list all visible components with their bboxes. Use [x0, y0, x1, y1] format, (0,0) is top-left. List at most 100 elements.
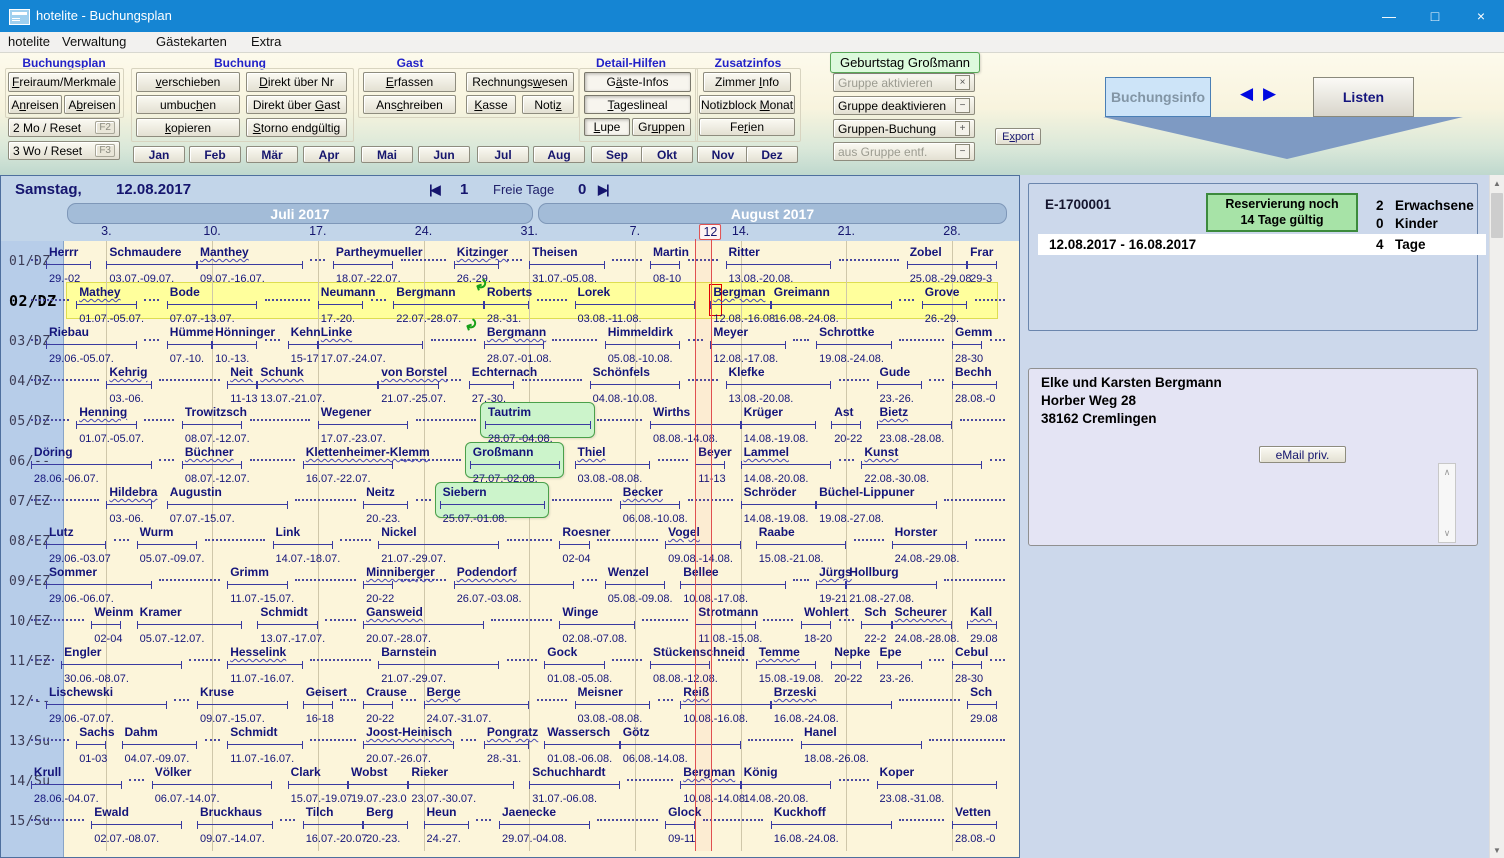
- booking[interactable]: Bode07.07.-13.07.: [167, 283, 258, 319]
- booking[interactable]: Heun24.-27.: [424, 803, 469, 839]
- notizblock-monat-button[interactable]: Notizblock Monat: [699, 95, 795, 114]
- booking[interactable]: Zobel25.08.-29.08: [907, 243, 972, 279]
- booking[interactable]: Beyer11-13: [695, 443, 731, 479]
- gruppe-deaktivieren-button[interactable]: Gruppe deaktivieren−: [833, 96, 975, 115]
- scroll-up-icon[interactable]: ∧: [1439, 467, 1455, 478]
- 2mo-reset-button[interactable]: 2 Mo / ResetF2: [8, 118, 120, 137]
- booking[interactable]: König14.08.-20.08.: [741, 763, 832, 799]
- booking[interactable]: Bergmann28.07.-01.08.: [484, 323, 552, 359]
- next-free-day-icon[interactable]: ▶|: [598, 182, 608, 198]
- booking[interactable]: Podendorf26.07.-03.08.: [454, 563, 575, 599]
- booking[interactable]: Epe23.-26.: [877, 643, 922, 679]
- booking[interactable]: Brzeski16.08.-24.08.: [771, 683, 892, 719]
- freiraum-merkmale-button[interactable]: Freiraum/Merkmale: [8, 72, 120, 92]
- scrollbar-thumb[interactable]: [1491, 193, 1503, 238]
- booking[interactable]: Büchel-Lippuner19.08.-27.08.: [816, 483, 937, 519]
- booking[interactable]: Dahm04.07.-09.07.: [122, 723, 198, 759]
- booking[interactable]: Lammel14.08.-20.08.: [741, 443, 832, 479]
- booking[interactable]: Gude23.-26.: [877, 363, 922, 399]
- booking[interactable]: Schuchhardt31.07.-06.08.: [529, 763, 620, 799]
- booking[interactable]: Becker06.08.-10.08.: [620, 483, 688, 519]
- booking[interactable]: Henning01.07.-05.07.: [76, 403, 144, 439]
- booking[interactable]: Horster24.08.-29.08.: [892, 523, 968, 559]
- booking[interactable]: Großmann27.07.-02.08.: [465, 442, 565, 478]
- month-button-jan[interactable]: Jan: [133, 146, 185, 163]
- month-button-dez[interactable]: Dez: [746, 146, 798, 163]
- booking[interactable]: Ritter13.08.-20.08.: [726, 243, 832, 279]
- booking[interactable]: Roesner02-04: [559, 523, 610, 559]
- storno-endgueltig-button[interactable]: Storno endgültig: [246, 118, 347, 137]
- verschieben-button[interactable]: verschieben: [136, 72, 240, 92]
- booking[interactable]: Clark15.07.-19.07: [288, 763, 353, 799]
- booking[interactable]: Siebern25.07.-01.08.: [435, 482, 550, 518]
- booking[interactable]: Tilch16.07.-20.07: [303, 803, 368, 839]
- booking[interactable]: Schmaudere03.07.-09.07.: [106, 243, 197, 279]
- aus-gruppe-entfernen-button[interactable]: aus Gruppe entf.−: [833, 142, 975, 161]
- booking[interactable]: von Borstel21.07.-25.07.: [378, 363, 447, 399]
- booking[interactable]: Herrr29.-02: [46, 243, 91, 279]
- booking[interactable]: Meisner03.08.-08.08.: [575, 683, 651, 719]
- gruppe-aktivieren-button[interactable]: Gruppe aktivieren×: [833, 73, 975, 92]
- booking[interactable]: Vogel09.08.-14.08.: [665, 523, 741, 559]
- address-scrollbar[interactable]: ∧ ∨: [1438, 463, 1456, 543]
- booking[interactable]: Kunst22.08.-30.08.: [861, 443, 982, 479]
- booking[interactable]: Raabe15.08.-21.08.: [756, 523, 847, 559]
- booking[interactable]: Berge24.07.-31.07.: [424, 683, 530, 719]
- booking[interactable]: Klefke13.08.-20.08.: [726, 363, 832, 399]
- booking[interactable]: Barnstein21.07.-29.07.: [378, 643, 499, 679]
- booking[interactable]: Bietz23.08.-28.08.: [877, 403, 953, 439]
- direkt-ueber-nr-button[interactable]: Direkt über Nr: [246, 72, 347, 92]
- booking[interactable]: Lutz29.06.-03.07: [46, 523, 111, 559]
- gaeste-infos-button[interactable]: Gäste-Infos: [584, 72, 691, 92]
- kopieren-button[interactable]: kopieren: [136, 118, 240, 137]
- booking[interactable]: Wobst19.07.-23.0: [348, 763, 408, 799]
- booking[interactable]: Hesselink11.07.-16.07.: [227, 643, 303, 679]
- booking[interactable]: Grimm11.07.-15.07.: [227, 563, 294, 599]
- menu-hotelite[interactable]: hotelite: [8, 34, 50, 49]
- booking[interactable]: Theisen31.07.-05.08.: [529, 243, 605, 279]
- booking[interactable]: Joost-Heinisch20.07.-26.07.: [363, 723, 454, 759]
- booking[interactable]: Manthey09.07.-16.07.: [197, 243, 303, 279]
- booking[interactable]: Crause20-22: [363, 683, 407, 719]
- month-button-jul[interactable]: Jul: [477, 146, 529, 163]
- arrow-right-icon[interactable]: ▶: [1263, 84, 1276, 104]
- booking[interactable]: Sachs01-03: [76, 723, 114, 759]
- booking[interactable]: Wohlert18-20: [801, 603, 848, 639]
- booking[interactable]: Roberts28.-31.: [484, 283, 532, 319]
- booking[interactable]: Büchner08.07.-12.07.: [182, 443, 250, 479]
- booking[interactable]: Wassersch01.08.-06.08.: [544, 723, 620, 759]
- maximize-button[interactable]: □: [1412, 0, 1458, 32]
- booking[interactable]: Gansweid20.07.-28.07.: [363, 603, 484, 639]
- booking[interactable]: Engler30.06.-08.07.: [61, 643, 182, 679]
- scroll-up-icon[interactable]: ▲: [1490, 175, 1504, 191]
- menu-verwaltung[interactable]: Verwaltung: [62, 34, 126, 49]
- booking[interactable]: Jaenecke29.07.-04.08.: [499, 803, 590, 839]
- booking[interactable]: Hildebra03.-06.: [106, 483, 157, 519]
- booking[interactable]: Neitz20.-23.: [363, 483, 408, 519]
- month-button-sep[interactable]: Sep: [591, 146, 643, 163]
- month-button-okt[interactable]: Okt: [641, 146, 693, 163]
- booking[interactable]: Völker06.07.-14.07.: [152, 763, 273, 799]
- close-button[interactable]: ×: [1458, 0, 1504, 32]
- booking[interactable]: Bellee10.08.-17.08.: [680, 563, 786, 599]
- month-button-mai[interactable]: Mai: [361, 146, 413, 163]
- booking[interactable]: Sommer29.06.-06.07.: [46, 563, 152, 599]
- month-button-apr[interactable]: Apr: [303, 146, 355, 163]
- booking[interactable]: Wirths08.08.-14.08.: [650, 403, 741, 439]
- booking[interactable]: Bergmann22.07.-28.07.: [393, 283, 484, 319]
- booking[interactable]: Riebau29.06.-05.07.: [46, 323, 137, 359]
- 3wo-reset-button[interactable]: 3 Wo / ResetF3: [8, 141, 120, 160]
- booking[interactable]: Kitzinger26.-29.: [454, 243, 508, 279]
- scroll-down-icon[interactable]: ∨: [1439, 528, 1455, 539]
- booking[interactable]: Linke17.07.-24.07.: [318, 323, 424, 359]
- vertical-scrollbar[interactable]: ▲ ▼: [1489, 175, 1504, 858]
- booking[interactable]: Glock09-11: [665, 803, 701, 839]
- booking[interactable]: Martin08-10: [650, 243, 689, 279]
- booking[interactable]: Vetten28.08.-0: [952, 803, 997, 839]
- booking[interactable]: Wurm05.07.-09.07.: [137, 523, 205, 559]
- gruppen-button[interactable]: Gruppen: [632, 118, 691, 136]
- booking[interactable]: Nepke20-22: [831, 643, 870, 679]
- prev-free-day-icon[interactable]: |◀: [429, 182, 439, 198]
- booking[interactable]: Berg20.-23.: [363, 803, 408, 839]
- booking[interactable]: Gemm28-30: [952, 323, 992, 359]
